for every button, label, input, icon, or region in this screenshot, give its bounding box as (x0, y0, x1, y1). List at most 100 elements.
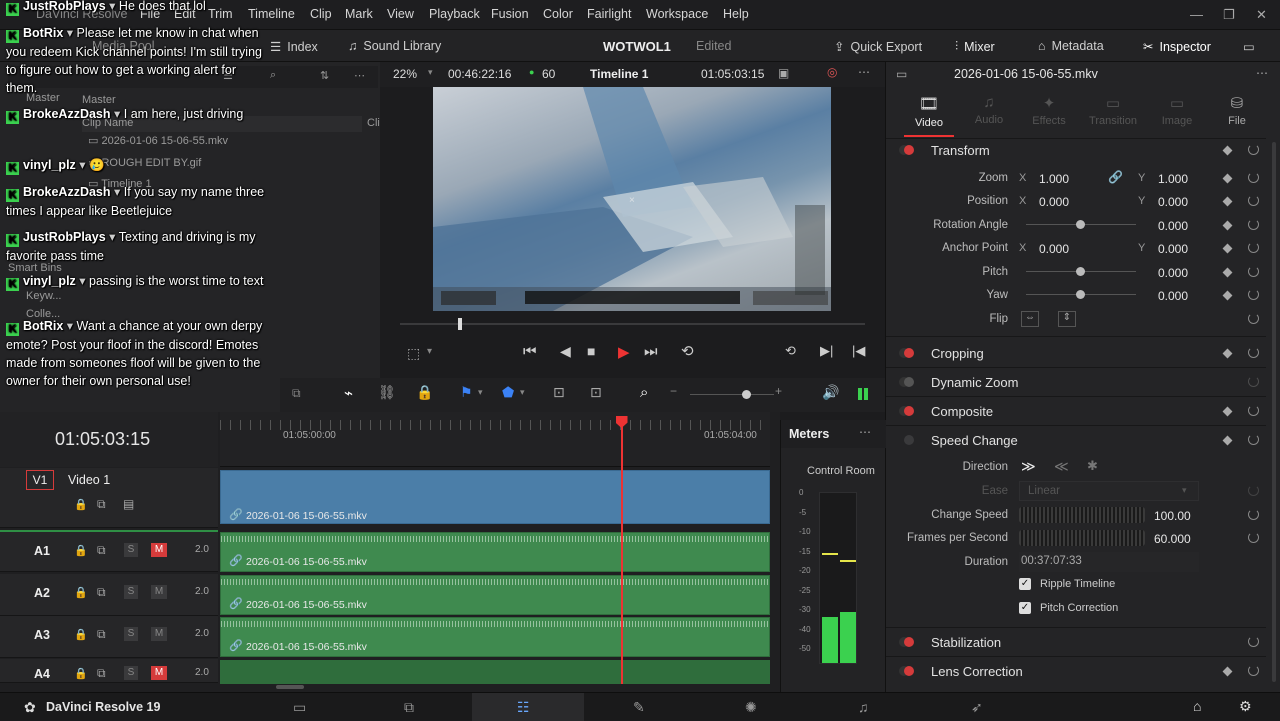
pitch-field[interactable]: 0.000 (1158, 266, 1188, 280)
reset-icon[interactable] (1248, 313, 1259, 324)
timeline-zoom-knob[interactable] (742, 390, 751, 399)
mixer-button[interactable]: ⫶ Mixer (955, 39, 995, 54)
tab-image[interactable]: ▭ Image (1152, 94, 1202, 127)
timeline-clip-video[interactable]: 🔗 2026-01-06 15-06-55.mkv (220, 470, 770, 524)
menu-color[interactable]: Color (543, 7, 573, 21)
stabilization-toggle[interactable] (904, 637, 914, 647)
auto-select-icon[interactable]: ⧉ (97, 666, 106, 681)
index-button[interactable]: ☰ Index (270, 39, 318, 55)
reset-icon[interactable] (1248, 144, 1259, 155)
flip-vertical-icon[interactable]: ⇕ (1058, 311, 1076, 327)
sort-icon[interactable]: ⇅ (320, 69, 329, 82)
lock-icon[interactable]: 🔒 (416, 384, 433, 401)
keyframe-icon[interactable] (1222, 220, 1233, 231)
chevron-down-icon[interactable]: ▾ (428, 67, 433, 78)
menu-help[interactable]: Help (723, 7, 749, 21)
keyframe-icon[interactable] (1222, 196, 1233, 207)
mute-button[interactable]: M (151, 666, 167, 680)
tab-transition[interactable]: ▭ Transition (1082, 94, 1144, 127)
marker-icon[interactable]: ⬟ (502, 384, 514, 401)
volume-icon[interactable]: 🔊 (822, 384, 839, 401)
reset-icon[interactable] (1248, 532, 1259, 543)
forward-direction-icon[interactable]: ≫ (1021, 458, 1036, 475)
go-to-start-icon[interactable]: ⏮ (523, 343, 537, 360)
keyframe-icon[interactable] (1222, 348, 1233, 359)
menu-playback[interactable]: Playback (429, 7, 480, 21)
scrubber-handle[interactable] (457, 318, 462, 330)
reset-icon[interactable] (1248, 242, 1259, 253)
keyframe-icon[interactable] (1222, 666, 1233, 677)
timeline-timecode[interactable]: 01:05:03:15 (55, 429, 150, 450)
pitch-correction-checkbox[interactable]: ✓ (1019, 602, 1031, 614)
match-frame-icon[interactable]: ⟲ (785, 343, 796, 359)
media-page-icon[interactable]: ▭ (293, 699, 306, 716)
sound-library-button[interactable]: ♫ Sound Library (348, 39, 441, 53)
timeline-name[interactable]: Timeline 1 (590, 67, 648, 81)
keyframe-icon[interactable] (1222, 435, 1233, 446)
reset-icon[interactable] (1248, 266, 1259, 277)
reset-icon[interactable] (1248, 376, 1259, 387)
reset-icon[interactable] (1248, 434, 1259, 445)
scrubber-track[interactable] (400, 323, 865, 325)
flip-horizontal-icon[interactable]: ⇔ (1021, 311, 1039, 327)
change-speed-scrubber[interactable] (1019, 507, 1145, 523)
track-name-v1[interactable]: Video 1 (68, 473, 110, 487)
zoom-custom-icon[interactable]: ⌕ (640, 384, 648, 401)
reset-icon[interactable] (1248, 195, 1259, 206)
zoom-x-field[interactable]: 1.000 (1039, 172, 1069, 186)
dynamic-zoom-toggle[interactable] (904, 377, 914, 387)
reset-icon[interactable] (1248, 485, 1259, 496)
timeline-scrollbar[interactable] (276, 685, 304, 689)
snapping-icon[interactable]: ⌁ (344, 384, 353, 402)
reset-icon[interactable] (1248, 219, 1259, 230)
home-icon[interactable]: ⌂ (1193, 698, 1201, 714)
lock-icon[interactable]: 🔒 (74, 628, 88, 641)
position-y-field[interactable]: 0.000 (1158, 195, 1188, 209)
auto-select-icon[interactable]: ⧉ (97, 585, 106, 600)
metadata-button[interactable]: ⌂ Metadata (1038, 39, 1104, 53)
transform-toggle[interactable] (904, 145, 914, 155)
mute-button[interactable]: M (151, 543, 167, 557)
cut-page-icon[interactable]: ⧉ (404, 699, 414, 716)
lock-icon[interactable]: 🔒 (74, 544, 88, 557)
anchor-x-field[interactable]: 0.000 (1039, 242, 1069, 256)
section-speed-change[interactable]: Speed Change (931, 433, 1018, 448)
section-stabilization[interactable]: Stabilization (931, 635, 1001, 650)
change-speed-field[interactable]: 100.00 (1154, 509, 1191, 523)
go-to-end-icon[interactable]: ⏭ (644, 343, 658, 360)
keyframe-icon[interactable] (1222, 173, 1233, 184)
section-dynamic-zoom[interactable]: Dynamic Zoom (931, 375, 1018, 390)
zoom-select[interactable]: 22% (393, 67, 417, 81)
chevron-down-icon[interactable]: ▾ (478, 387, 483, 398)
ease-select[interactable]: Linear ▾ (1019, 481, 1199, 501)
deliver-page-icon[interactable]: ➶ (971, 699, 983, 716)
tab-effects[interactable]: ✦ Effects (1024, 94, 1074, 127)
chevron-down-icon[interactable]: ▾ (427, 346, 432, 357)
tab-video[interactable]: 🎞 Video (904, 94, 954, 129)
color-page-icon[interactable]: ✺ (745, 699, 757, 716)
reset-icon[interactable] (1248, 636, 1259, 647)
zoom-out-icon[interactable]: − (670, 384, 677, 398)
edit-page-tab[interactable]: ☷ (472, 693, 584, 721)
meters-options-icon[interactable]: ⋯ (859, 425, 871, 439)
prev-clip-icon[interactable]: |◀ (852, 343, 865, 359)
mute-button[interactable]: M (151, 585, 167, 599)
auto-select-icon[interactable]: ⧉ (97, 543, 106, 558)
time-ruler[interactable]: 01:05:00:00 01:05:04:00 (220, 412, 770, 467)
solo-button[interactable]: S (124, 666, 138, 680)
next-clip-icon[interactable]: ▶| (820, 343, 833, 359)
zoom-full-icon[interactable]: ⊡ (553, 384, 565, 401)
anchor-y-field[interactable]: 0.000 (1158, 242, 1188, 256)
keyframe-icon[interactable] (1222, 267, 1233, 278)
reset-icon[interactable] (1248, 347, 1259, 358)
menu-fairlight[interactable]: Fairlight (587, 7, 631, 21)
timeline-zoom-slider[interactable] (690, 394, 774, 395)
viewer-frame-icon[interactable]: ⬚ (407, 345, 420, 362)
stop-icon[interactable]: ■ (587, 343, 595, 359)
timeline-clip-audio[interactable] (220, 660, 770, 684)
lock-icon[interactable]: 🔒 (74, 667, 88, 680)
speed-change-toggle[interactable] (904, 435, 914, 445)
solo-button[interactable]: S (124, 585, 138, 599)
track-id-a4[interactable]: A4 (34, 667, 50, 681)
viewer-options-icon[interactable]: ⋯ (858, 65, 870, 79)
